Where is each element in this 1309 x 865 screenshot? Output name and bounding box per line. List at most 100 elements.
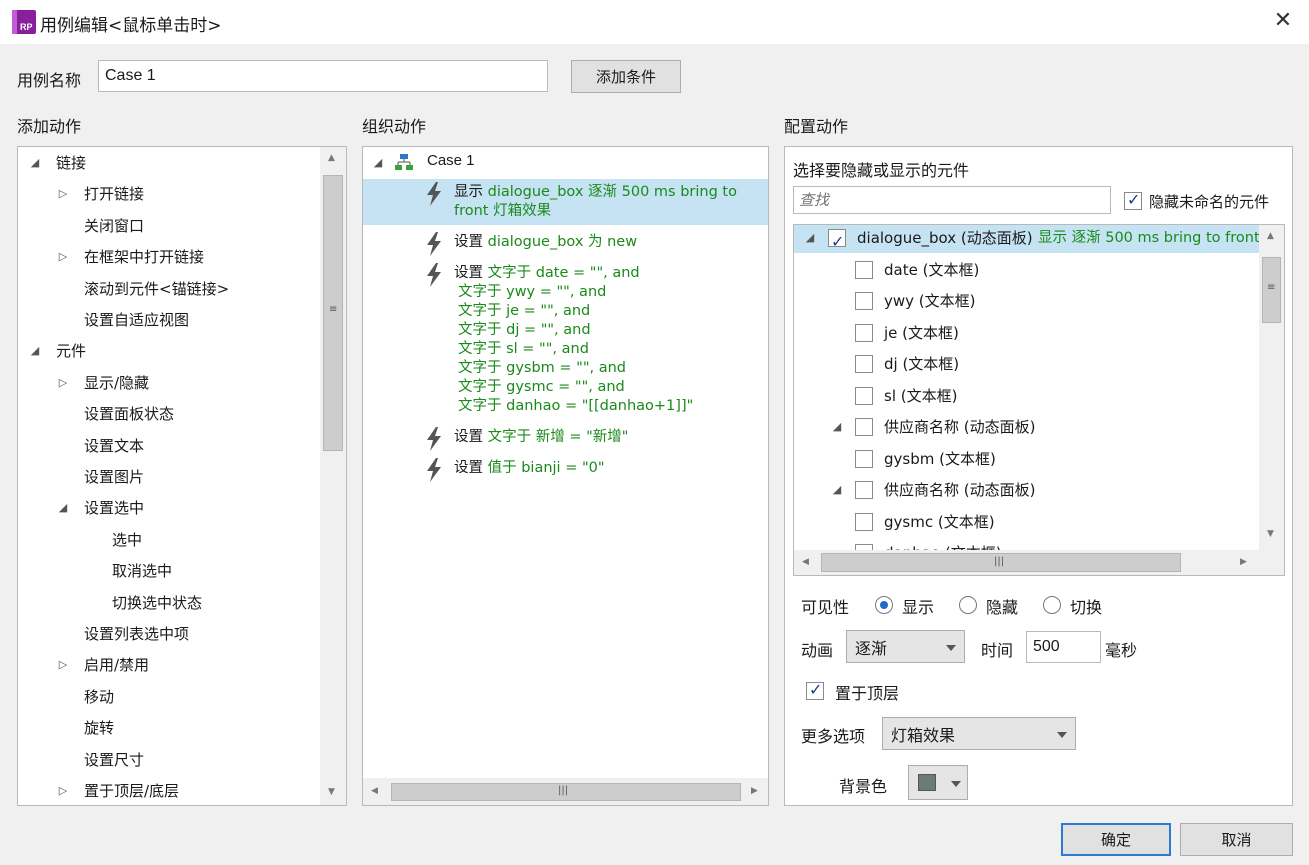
tree-item[interactable]: 设置图片 bbox=[18, 462, 318, 492]
widget-tree[interactable]: ◢ dialogue_box (动态面板) 显示 逐渐 500 ms bring t… bbox=[793, 224, 1285, 576]
collapse-arrow-icon[interactable]: ◢ bbox=[830, 483, 844, 497]
widget-row[interactable]: ywy (文本框) bbox=[794, 286, 1259, 316]
organize-actions-tree[interactable]: ◢ Case 1 显示 dialogue_box 逐渐 500 ms bring… bbox=[362, 146, 769, 806]
widget-checkbox[interactable] bbox=[855, 260, 873, 279]
tree-item[interactable]: 切换选中状态 bbox=[18, 588, 318, 618]
tree-item[interactable]: 设置列表选中项 bbox=[18, 619, 318, 649]
widget-hscrollbar[interactable]: ◀ ||| ▶ bbox=[794, 550, 1284, 575]
widget-row[interactable]: danhao (文本框) bbox=[794, 538, 1259, 550]
collapse-arrow-icon[interactable]: ◢ bbox=[830, 420, 844, 434]
widget-row[interactable]: gysbm (文本框) bbox=[794, 444, 1259, 474]
time-input[interactable]: 500 bbox=[1026, 631, 1101, 663]
ok-button[interactable]: 确定 bbox=[1061, 823, 1171, 856]
hscroll-thumb[interactable]: ||| bbox=[391, 783, 741, 801]
tree-item[interactable]: ▷ 置于顶层/底层 bbox=[18, 776, 318, 805]
action-detail-line: front 灯箱效果 bbox=[454, 203, 552, 219]
collapse-arrow-icon[interactable]: ◢ bbox=[803, 231, 817, 245]
add-condition-button[interactable]: 添加条件 bbox=[571, 60, 681, 93]
tree-item[interactable]: ▷ 在框架中打开链接 bbox=[18, 242, 318, 272]
tree-item[interactable]: 设置文本 bbox=[18, 431, 318, 461]
scroll-right-icon[interactable]: ▶ bbox=[751, 786, 758, 796]
scroll-down-icon[interactable]: ▼ bbox=[1267, 529, 1274, 539]
add-actions-tree[interactable]: ◢ 链接 ▷ 打开链接 关闭窗口 ▷ 在框架中打开链接 滚动到元件<锚链接> 设置自适应视图 ◢ 元… bbox=[17, 146, 347, 806]
action-item[interactable]: 设置 值于 bianji = "0" bbox=[363, 455, 768, 482]
widget-checkbox[interactable] bbox=[855, 355, 873, 373]
tree-item[interactable]: 关闭窗口 bbox=[18, 211, 318, 241]
scroll-left-icon[interactable]: ◀ bbox=[371, 786, 378, 796]
tree-item[interactable]: ◢ 设置选中 bbox=[18, 493, 318, 523]
tree-item[interactable]: 移动 bbox=[18, 682, 318, 712]
close-icon[interactable]: ✕ bbox=[1270, 8, 1296, 34]
tree-item[interactable]: ▷ 启用/禁用 bbox=[18, 650, 318, 680]
case-name-input[interactable]: Case 1 bbox=[98, 60, 548, 92]
expand-arrow-icon[interactable]: ▷ bbox=[56, 187, 70, 201]
scroll-up-icon[interactable]: ▲ bbox=[328, 153, 335, 163]
collapse-arrow-icon[interactable]: ◢ bbox=[28, 344, 42, 358]
visibility-radio-1[interactable] bbox=[875, 596, 893, 614]
tree-item[interactable]: 设置自适应视图 bbox=[18, 305, 318, 335]
action-item[interactable]: 设置 文字于 新增 = "新增" bbox=[363, 424, 768, 451]
scroll-down-icon[interactable]: ▼ bbox=[328, 787, 335, 797]
widget-row[interactable]: ◢ 供应商名称 (动态面板) bbox=[794, 412, 1259, 442]
scroll-right-icon[interactable]: ▶ bbox=[1240, 557, 1247, 567]
case-tree-icon bbox=[395, 154, 413, 170]
action-detail-line: 文字于 je = "", and bbox=[458, 303, 591, 319]
widget-checkbox[interactable] bbox=[855, 323, 873, 342]
tree-item[interactable]: ▷ 打开链接 bbox=[18, 179, 318, 209]
animation-dropdown[interactable]: 逐渐 bbox=[846, 630, 965, 663]
expand-arrow-icon[interactable]: ▷ bbox=[56, 250, 70, 264]
action-item[interactable]: 显示 dialogue_box 逐渐 500 ms bring to front … bbox=[363, 179, 768, 225]
widget-checkbox[interactable] bbox=[855, 418, 873, 436]
widget-vscrollbar[interactable]: ▲ ≡ ▼ bbox=[1259, 225, 1284, 550]
case-expand-icon[interactable]: ◢ bbox=[371, 156, 385, 170]
bring-to-front-checkbox[interactable] bbox=[806, 680, 824, 700]
action-verb: 显示 bbox=[454, 184, 488, 200]
action-item[interactable]: 设置 dialogue_box 为 new bbox=[363, 229, 768, 256]
visibility-label: 可见性 bbox=[801, 598, 850, 617]
more-options-dropdown[interactable]: 灯箱效果 bbox=[882, 717, 1076, 750]
expand-arrow-icon[interactable]: ▷ bbox=[56, 784, 70, 798]
tree-item[interactable]: 设置面板状态 bbox=[18, 399, 318, 429]
action-item[interactable]: 设置 文字于 date = "", and 文字于 ywy = "", and 文字… bbox=[363, 260, 768, 420]
widget-checkbox[interactable] bbox=[855, 292, 873, 310]
widget-checkbox[interactable] bbox=[855, 481, 873, 499]
tree-item[interactable]: 设置尺寸 bbox=[18, 745, 318, 775]
visibility-radio-3[interactable] bbox=[1043, 596, 1061, 614]
visibility-radio-2[interactable] bbox=[959, 596, 977, 614]
collapse-arrow-icon[interactable]: ◢ bbox=[28, 156, 42, 170]
tree-item[interactable]: 选中 bbox=[18, 525, 318, 555]
tree-item-label: 设置选中 bbox=[84, 499, 145, 518]
widget-checkbox[interactable] bbox=[855, 386, 873, 405]
organize-hscrollbar[interactable]: ◀ ||| ▶ bbox=[363, 778, 768, 805]
tree-item[interactable]: 旋转 bbox=[18, 713, 318, 743]
expand-arrow-icon[interactable]: ▷ bbox=[56, 376, 70, 390]
tree-item[interactable]: 取消选中 bbox=[18, 556, 318, 586]
bg-color-picker[interactable] bbox=[908, 765, 968, 800]
tree-item[interactable]: ◢ 链接 bbox=[18, 148, 318, 178]
widget-row[interactable]: ◢ 供应商名称 (动态面板) bbox=[794, 475, 1259, 505]
scroll-left-icon[interactable]: ◀ bbox=[802, 557, 809, 567]
hscroll-thumb[interactable]: ||| bbox=[821, 553, 1181, 572]
widget-name: 供应商名称 (动态面板) bbox=[884, 418, 1036, 436]
collapse-arrow-icon[interactable]: ◢ bbox=[56, 501, 70, 515]
widget-row[interactable]: ◢ dialogue_box (动态面板) 显示 逐渐 500 ms bring t… bbox=[794, 225, 1259, 257]
tree-item[interactable]: 滚动到元件<锚链接> bbox=[18, 274, 318, 304]
tree-item[interactable]: ▷ 显示/隐藏 bbox=[18, 368, 318, 398]
widget-search-input[interactable] bbox=[793, 186, 1111, 214]
cancel-button[interactable]: 取消 bbox=[1180, 823, 1293, 856]
widget-row[interactable]: gysmc (文本框) bbox=[794, 507, 1259, 537]
widget-row[interactable]: je (文本框) bbox=[794, 318, 1259, 348]
expand-arrow-icon[interactable]: ▷ bbox=[56, 658, 70, 672]
add-actions-scrollbar[interactable]: ▲ ≡ ▼ bbox=[320, 147, 346, 805]
widget-row[interactable]: sl (文本框) bbox=[794, 381, 1259, 411]
widget-row[interactable]: date (文本框) bbox=[794, 255, 1259, 285]
widget-row[interactable]: dj (文本框) bbox=[794, 349, 1259, 379]
widget-checkbox[interactable] bbox=[855, 512, 873, 531]
widget-checkbox[interactable] bbox=[855, 449, 873, 468]
scroll-thumb[interactable]: ≡ bbox=[1262, 257, 1281, 323]
scroll-thumb[interactable]: ≡ bbox=[323, 175, 343, 451]
widget-checkbox[interactable] bbox=[828, 227, 846, 257]
hide-unnamed-checkbox[interactable] bbox=[1124, 190, 1142, 210]
scroll-up-icon[interactable]: ▲ bbox=[1267, 231, 1274, 241]
tree-item[interactable]: ◢ 元件 bbox=[18, 336, 318, 366]
